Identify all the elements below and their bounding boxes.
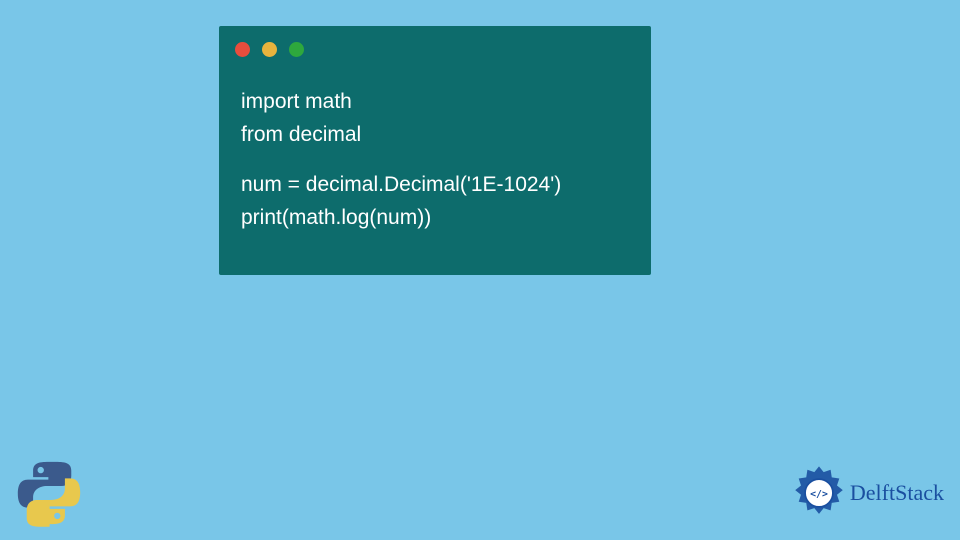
code-block: import math from decimal num = decimal.D… bbox=[241, 86, 561, 234]
code-line: print(math.log(num)) bbox=[241, 202, 561, 235]
window-controls bbox=[235, 42, 304, 57]
python-logo-icon bbox=[14, 458, 84, 528]
delftstack-logo: </> DelftStack bbox=[790, 464, 944, 522]
code-line: num = decimal.Decimal('1E-1024') bbox=[241, 169, 561, 202]
code-line: from decimal bbox=[241, 119, 561, 152]
delftstack-name: DelftStack bbox=[850, 480, 944, 506]
minimize-dot-icon bbox=[262, 42, 277, 57]
close-dot-icon bbox=[235, 42, 250, 57]
code-window: import math from decimal num = decimal.D… bbox=[219, 26, 651, 275]
svg-text:</>: </> bbox=[810, 489, 828, 500]
code-line: import math bbox=[241, 86, 561, 119]
maximize-dot-icon bbox=[289, 42, 304, 57]
delftstack-badge-icon: </> bbox=[790, 464, 848, 522]
